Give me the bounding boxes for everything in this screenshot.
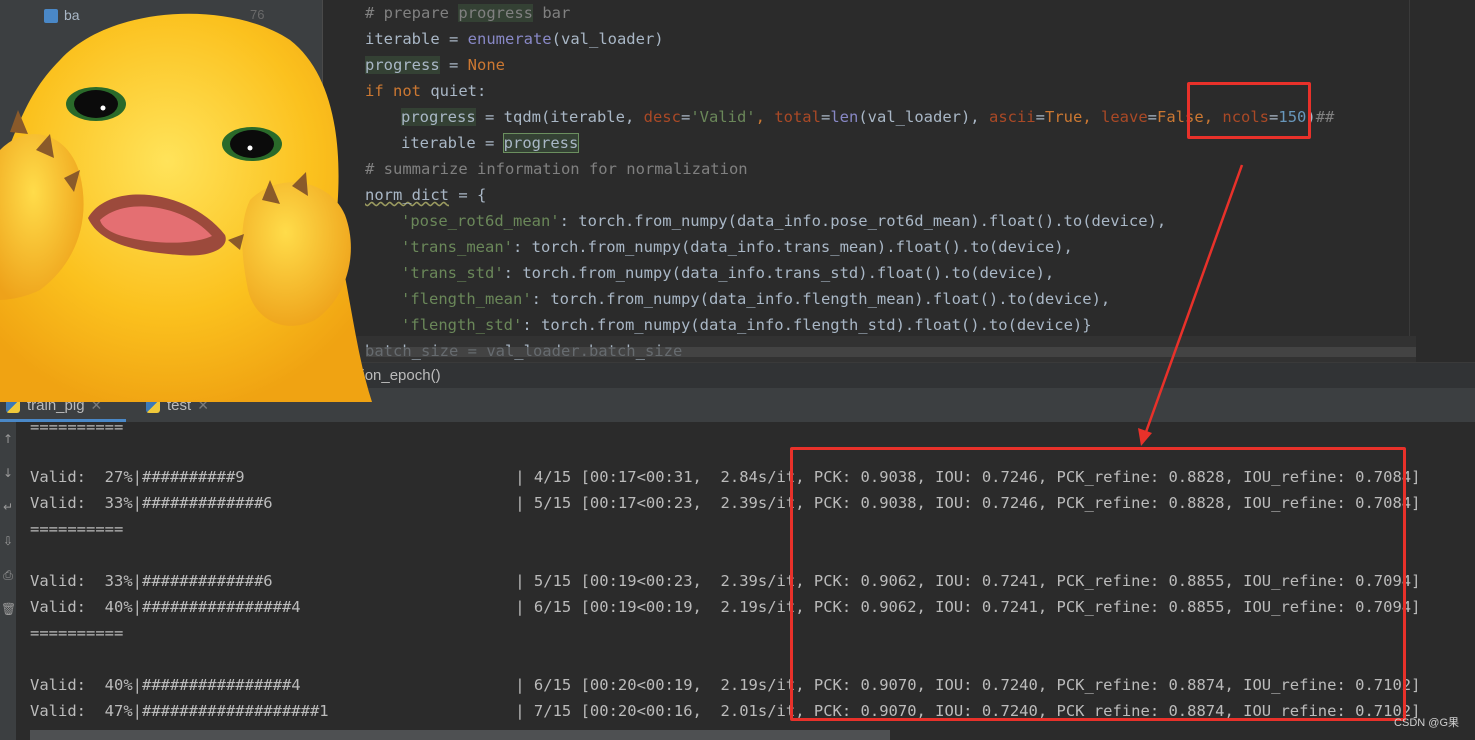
keyword: True bbox=[1045, 108, 1083, 126]
code-line: iterable = enumerate(val_loader) bbox=[365, 26, 664, 52]
code-text: = bbox=[439, 56, 468, 74]
comment-text: # prepare bbox=[365, 4, 459, 22]
keyword: if not bbox=[365, 82, 421, 100]
code-text: quiet: bbox=[421, 82, 487, 100]
scroll-end-icon[interactable]: ⇩ bbox=[1, 534, 15, 548]
code-text: = bbox=[820, 108, 831, 126]
code-text: : torch.from_numpy(data_info.flength_mea… bbox=[531, 290, 1111, 308]
print-icon[interactable]: ⎙ bbox=[1, 568, 15, 583]
code-line: 'flength_std': torch.from_numpy(data_inf… bbox=[401, 312, 1092, 338]
code-text: : torch.from_numpy(data_info.trans_std).… bbox=[503, 264, 1055, 282]
code-line: 'trans_std': torch.from_numpy(data_info.… bbox=[401, 260, 1054, 286]
code-text: = { bbox=[449, 186, 487, 204]
delete-icon[interactable]: 🗑 bbox=[1, 602, 16, 616]
code-text: (val_loader) bbox=[551, 30, 664, 48]
string-literal: 'trans_mean' bbox=[401, 238, 513, 256]
param-name: desc bbox=[643, 108, 681, 126]
string-literal: 'Valid' bbox=[690, 108, 756, 126]
duck-sticker-image bbox=[0, 13, 372, 402]
variable-name: norm_dict bbox=[365, 186, 449, 204]
editor-horizontal-scrollbar[interactable] bbox=[366, 347, 1416, 357]
rerun-icon[interactable]: ↑ bbox=[1, 432, 15, 446]
wrap-icon[interactable]: ↵ bbox=[1, 500, 15, 514]
keyword: None bbox=[467, 56, 505, 74]
param-name: ascii bbox=[988, 108, 1036, 126]
code-text: , bbox=[755, 108, 775, 126]
right-margin-guide bbox=[1409, 0, 1410, 350]
code-line: 'trans_mean': torch.from_numpy(data_info… bbox=[401, 234, 1073, 260]
highlighted-variable: progress bbox=[365, 56, 440, 74]
comment-text: ## bbox=[1315, 108, 1335, 126]
code-line: 'pose_rot6d_mean': torch.from_numpy(data… bbox=[401, 208, 1166, 234]
code-text: , bbox=[1082, 108, 1101, 126]
param-name: total bbox=[774, 108, 821, 126]
code-text: = tqdm(iterable, bbox=[475, 108, 644, 126]
code-line: norm_dict = { bbox=[365, 182, 486, 208]
ncols-highlight-box bbox=[1187, 82, 1311, 139]
code-text: iterable = bbox=[365, 30, 468, 48]
down-icon[interactable]: ↓ bbox=[1, 466, 15, 480]
code-line: iterable = progress bbox=[401, 130, 580, 156]
highlighted-variable: progress bbox=[401, 108, 476, 126]
string-literal: 'trans_std' bbox=[401, 264, 504, 282]
code-text: (val_loader), bbox=[858, 108, 989, 126]
string-literal: 'flength_std' bbox=[401, 316, 523, 334]
metrics-highlight-box bbox=[790, 447, 1406, 721]
param-name: leave bbox=[1101, 108, 1148, 126]
code-text: : torch.from_numpy(data_info.pose_rot6d_… bbox=[559, 212, 1167, 230]
code-text: = bbox=[1035, 108, 1045, 126]
code-text: = bbox=[680, 108, 691, 126]
comment-text: # summarize information for normalizatio… bbox=[365, 160, 748, 178]
console-line: ========== bbox=[30, 520, 124, 538]
comment-text: bar bbox=[532, 4, 571, 22]
highlighted-word: progress bbox=[458, 4, 533, 22]
console-toolbar: ↑ ↓ ↵ ⇩ ⎙ 🗑 bbox=[0, 422, 16, 740]
code-text: = bbox=[1147, 108, 1158, 126]
code-line: # summarize information for normalizatio… bbox=[365, 156, 748, 182]
highlighted-variable: progress bbox=[502, 133, 580, 153]
console-line: ========== bbox=[30, 624, 124, 642]
code-line: 'flength_mean': torch.from_numpy(data_in… bbox=[401, 286, 1110, 312]
string-literal: 'flength_mean' bbox=[401, 290, 532, 308]
watermark: CSDN @G果 bbox=[1394, 717, 1459, 729]
code-text: : torch.from_numpy(data_info.flength_std… bbox=[522, 316, 1092, 334]
builtin-name: enumerate bbox=[467, 30, 552, 48]
console-horizontal-scrollbar[interactable] bbox=[30, 730, 890, 740]
console-line: ========== bbox=[30, 418, 124, 436]
code-line: # prepare progress bar bbox=[365, 0, 570, 26]
builtin-name: len bbox=[830, 108, 859, 126]
string-literal: 'pose_rot6d_mean' bbox=[401, 212, 560, 230]
code-text: : torch.from_numpy(data_info.trans_mean)… bbox=[512, 238, 1073, 256]
code-line: if not quiet: bbox=[365, 78, 486, 104]
code-text: iterable = bbox=[401, 134, 504, 152]
code-line: progress = None bbox=[365, 52, 505, 78]
